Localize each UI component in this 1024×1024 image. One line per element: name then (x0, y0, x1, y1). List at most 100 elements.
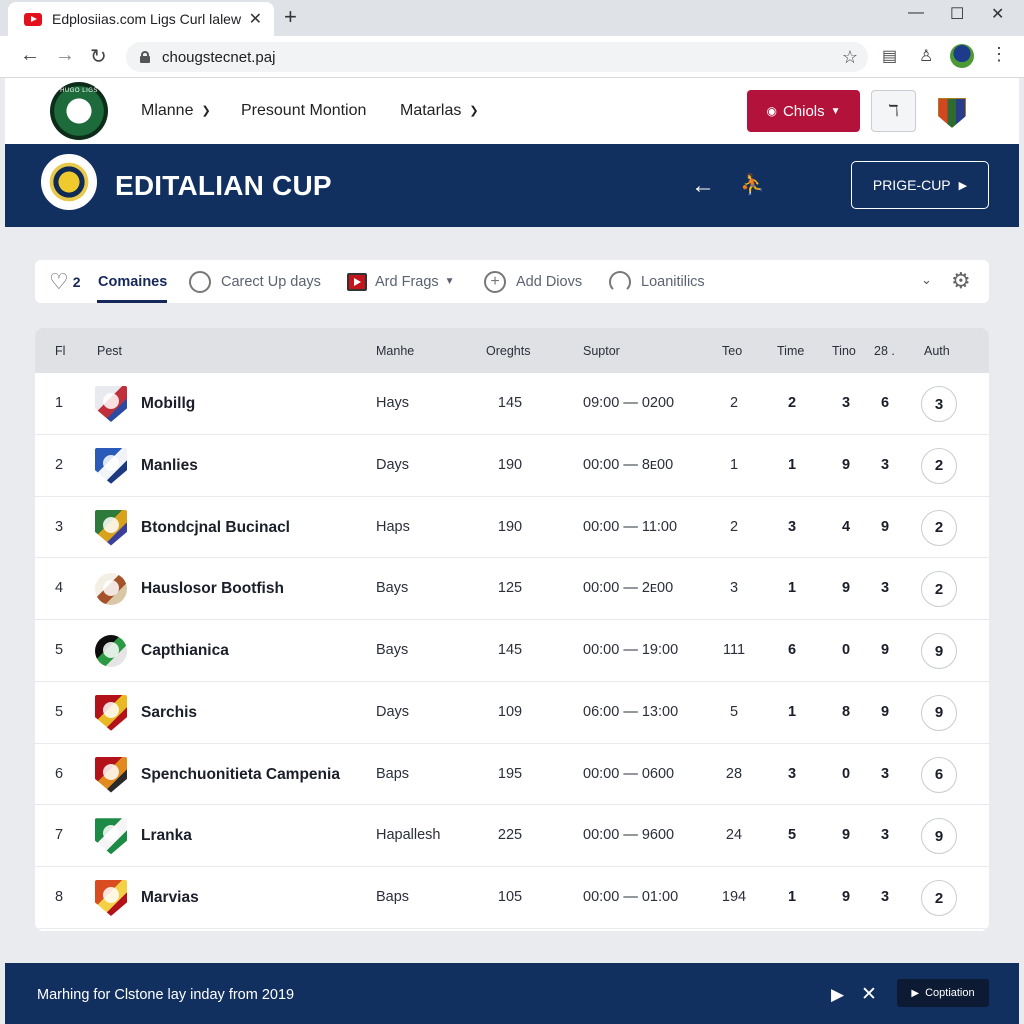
filter-bar: ♡ 2 Comaines Carect Up days Ard Frags ▼ … (35, 260, 989, 303)
auth-badge[interactable]: 2 (921, 880, 957, 916)
table-row[interactable]: 8 Marvias Baps 105 00:00 — 01:00 194 1 9 3 2 (35, 867, 989, 929)
team-name-cell[interactable]: Btondcjnal Bucinacl (141, 519, 290, 537)
auth-badge[interactable]: 2 (921, 571, 957, 608)
forward-arrow-icon[interactable]: → (55, 44, 75, 67)
lock-icon[interactable] (140, 51, 150, 63)
column-header-28[interactable]: 28 . (874, 344, 895, 358)
nav-presount-montion[interactable]: Presount Montion (241, 102, 366, 120)
favorites-filter[interactable]: ♡ 2 (49, 260, 101, 303)
tuner-button[interactable]: ℸ (871, 90, 916, 132)
table-row[interactable]: 5 Capthianica Bays 145 00:00 — 19:00 111 6 0 9 9 (35, 620, 989, 682)
team-name-cell[interactable]: Capthianica (141, 642, 229, 660)
time-cell: 1 (787, 580, 797, 597)
play-icon[interactable]: ▶ (831, 985, 844, 1005)
table-row[interactable]: 6 Spenchuonitieta Campenia Baps 195 00:00 — … (35, 744, 989, 806)
site-logo[interactable]: HUGO LIGS (50, 82, 108, 140)
team-crest-icon (95, 818, 127, 855)
time-cell: 2 (787, 395, 797, 411)
active-tab-underline (97, 300, 167, 303)
browser-menu-icon[interactable]: ⋮ (990, 44, 1008, 65)
prige-cup-button[interactable]: PRIGE-CUP ▶ (851, 161, 989, 209)
manhe-cell: Hays (376, 395, 410, 411)
table-row[interactable]: 4 Hauslosor Bootfish Bays 125 00:00 — 2ᴇ00 3 1… (35, 558, 989, 620)
close-window-button[interactable]: ✕ (991, 4, 1004, 24)
tab-ard-frags-label: Ard Frags (375, 273, 439, 290)
crest-emblem (103, 642, 119, 658)
oreghts-cell: 190 (497, 456, 523, 473)
team-name-cell[interactable]: Marvias (141, 889, 199, 907)
profile-avatar[interactable] (950, 44, 974, 68)
team-name-cell[interactable]: Sarchis (141, 704, 197, 722)
column-header-oreghts[interactable]: Oreghts (486, 344, 530, 358)
column-header-fl[interactable]: Fl (55, 344, 65, 358)
column-header-teo[interactable]: Teo (722, 344, 742, 358)
col-28-cell: 3 (880, 580, 890, 597)
tino-cell: 0 (841, 642, 851, 658)
column-header-time[interactable]: Time (777, 344, 804, 358)
back-arrow-icon[interactable]: ← (691, 172, 715, 200)
auth-badge[interactable]: 2 (921, 447, 957, 484)
col-28-cell: 3 (880, 827, 890, 844)
nav-mlanne[interactable]: Mlanne ❯ (141, 102, 211, 120)
close-icon[interactable]: ✕ (861, 983, 877, 1006)
position-cell: 5 (55, 703, 64, 720)
gear-icon[interactable]: ⚙ (951, 268, 971, 294)
tab-loanitilics[interactable]: Loanitilics (609, 260, 705, 303)
minimize-button[interactable]: — (908, 4, 924, 22)
reader-mode-icon[interactable]: ▤ (882, 46, 897, 66)
tab-carect-up-days-label: Carect Up days (221, 273, 321, 290)
tab-ard-frags[interactable]: Ard Frags ▼ (347, 260, 455, 303)
maximize-button[interactable]: ☐ (950, 4, 964, 24)
auth-badge[interactable]: 6 (921, 756, 957, 793)
column-header-manhe[interactable]: Manhe (376, 344, 414, 358)
table-row[interactable]: 3 Btondcjnal Bucinacl Haps 190 00:00 — 11:00… (35, 497, 989, 559)
auth-badge[interactable]: 9 (921, 694, 957, 731)
chevron-down-icon[interactable]: ⌄ (921, 272, 932, 288)
oreghts-cell: 190 (497, 518, 523, 535)
nav-matarlas[interactable]: Matarlas ❯ (400, 102, 479, 120)
time-cell: 1 (787, 703, 797, 720)
auth-badge[interactable]: 9 (921, 818, 957, 855)
browser-tab[interactable]: Edplosiias.com Ligs Curl lalew ✕ (8, 2, 274, 36)
close-tab-icon[interactable]: ✕ (249, 9, 262, 29)
table-row[interactable]: 7 Lranka Hapallesh 225 00:00 — 9600 24 5 9 3 9 (35, 805, 989, 867)
bookmark-star-icon[interactable]: ☆ (842, 47, 858, 68)
new-tab-button[interactable]: + (284, 4, 297, 30)
team-name-cell[interactable]: Hauslosor Bootfish (141, 580, 284, 598)
tab-add-diovs-label: Add Diovs (516, 273, 583, 290)
column-header-auth[interactable]: Auth (924, 344, 950, 358)
tab-carect-up-days[interactable]: Carect Up days (189, 260, 321, 303)
tino-cell: 9 (841, 889, 851, 905)
team-name-cell[interactable]: Lranka (141, 827, 192, 845)
reload-icon[interactable]: ↻ (90, 44, 107, 69)
suptor-cell: 00:00 — 19:00 (583, 642, 679, 658)
chiols-dropdown-button[interactable]: ◉ Chiols ▼ (747, 90, 860, 132)
auth-badge[interactable]: 9 (921, 633, 957, 669)
extensions-icon[interactable]: ♙ (919, 46, 933, 66)
team-name-cell[interactable]: Spenchuonitieta Campenia (141, 766, 340, 784)
url-text[interactable]: chougstecnet.paj (162, 49, 842, 66)
auth-badge[interactable]: 2 (921, 509, 957, 546)
back-arrow-icon[interactable]: ← (20, 44, 40, 67)
oreghts-cell: 225 (497, 827, 523, 844)
auth-badge[interactable]: 3 (921, 386, 957, 422)
club-crest-icon[interactable] (938, 98, 966, 128)
team-name-cell[interactable]: Mobillg (141, 395, 195, 413)
position-cell: 1 (55, 395, 64, 411)
tab-comaines[interactable]: Comaines (98, 260, 167, 303)
coptiation-button[interactable]: ▶ Coptiation (897, 979, 989, 1007)
teo-cell: 5 (729, 703, 739, 720)
tab-add-diovs[interactable]: + Add Diovs (484, 260, 582, 303)
column-header-suptor[interactable]: Suptor (583, 344, 620, 358)
column-header-pest[interactable]: Pest (97, 344, 122, 358)
person-icon[interactable]: ⛹ (740, 172, 765, 197)
column-header-tino[interactable]: Tino (832, 344, 856, 358)
table-row[interactable]: 5 Sarchis Days 109 06:00 — 13:00 5 1 8 9 9 (35, 682, 989, 744)
tab-comaines-label: Comaines (98, 273, 168, 290)
team-crest-icon (95, 756, 127, 793)
table-row[interactable]: 2 Manlies Days 190 00:00 — 8ᴇ00 1 1 9 3 2 (35, 435, 989, 497)
site-logo-text: HUGO LIGS (60, 88, 98, 94)
team-name-cell[interactable]: Manlies (141, 457, 198, 475)
table-row[interactable]: 1 Mobillg Hays 145 09:00 — 0200 2 2 3 6 3 (35, 373, 989, 435)
url-omnibox[interactable]: chougstecnet.paj ☆ (126, 42, 868, 72)
